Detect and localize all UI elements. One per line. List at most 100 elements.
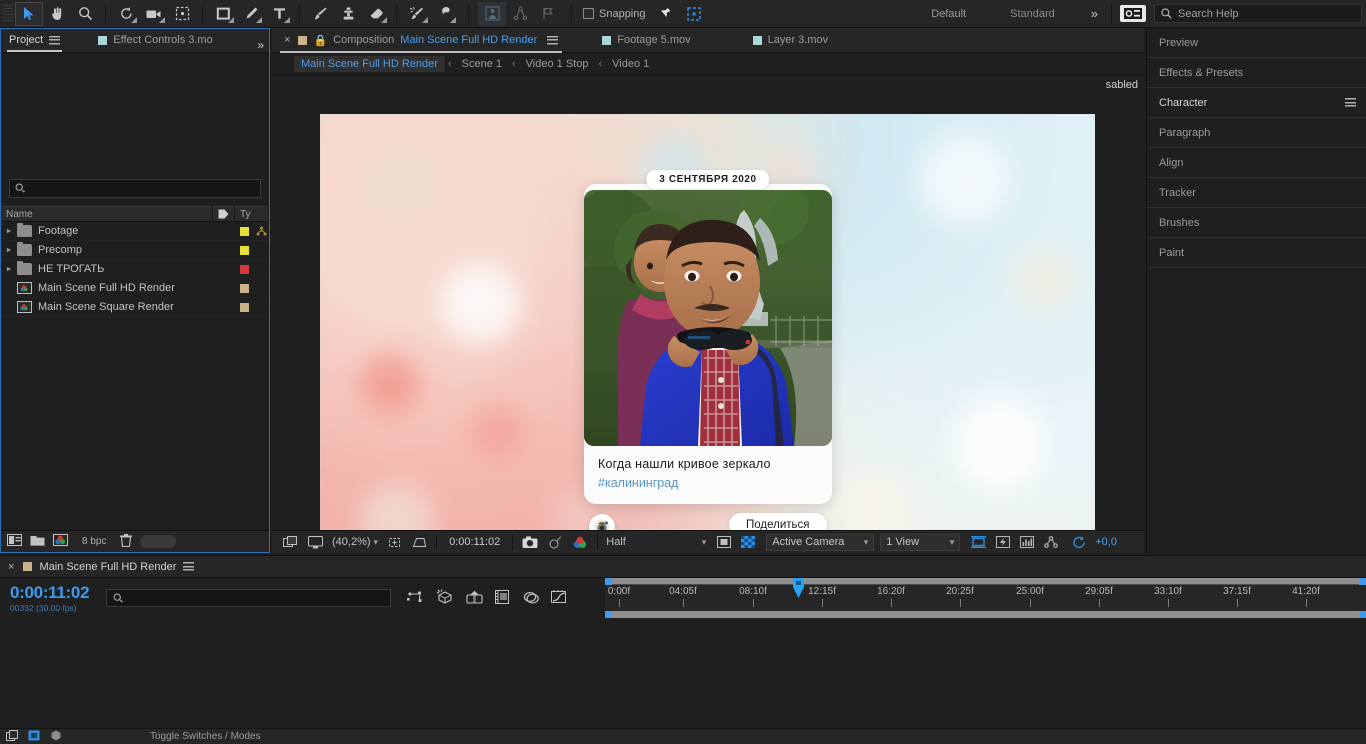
column-type[interactable]: Ty — [235, 206, 269, 222]
snapping-box-icon[interactable] — [680, 2, 708, 26]
motion-graphics-template-icon[interactable] — [466, 590, 483, 607]
region-of-interest-icon[interactable] — [382, 531, 407, 554]
panel-character[interactable]: Character — [1147, 88, 1366, 118]
breadcrumb-item-0[interactable]: Main Scene Full HD Render — [294, 55, 445, 72]
toggle-switches-modes-label[interactable]: Toggle Switches / Modes — [150, 731, 261, 742]
workspace-more-icon[interactable]: » — [1077, 6, 1111, 21]
tab-project[interactable]: Project — [1, 28, 68, 52]
column-label-tag[interactable] — [213, 206, 235, 222]
project-footer-slider[interactable] — [140, 535, 177, 548]
zoom-tool[interactable] — [71, 2, 99, 26]
pen-tool[interactable] — [237, 2, 265, 26]
delete-icon[interactable] — [120, 533, 133, 550]
timeline-ruler[interactable]: 0:00f 04:05f 08:10f 12:15f 16:20f 20:25f… — [605, 578, 1366, 618]
work-area-bar[interactable] — [605, 578, 1366, 585]
snapping-pin-icon[interactable] — [652, 2, 680, 26]
brush-tool[interactable] — [306, 2, 334, 26]
hand-tool[interactable] — [43, 2, 71, 26]
pixel-aspect-correction-icon[interactable] — [966, 531, 991, 554]
timeline-timecode-block[interactable]: 0:00:11:02 00332 (30.00 fps) — [0, 584, 100, 613]
always-preview-icon[interactable] — [278, 531, 303, 554]
new-folder-icon[interactable] — [30, 534, 45, 549]
panel-preview[interactable]: Preview — [1147, 28, 1366, 58]
hide-shy-layers-icon[interactable] — [50, 730, 62, 744]
timeline-tab-label[interactable]: Main Scene Full HD Render — [39, 561, 176, 573]
panel-menu-icon[interactable] — [547, 35, 559, 45]
item-color-chip[interactable] — [240, 264, 249, 274]
column-name[interactable]: Name — [1, 206, 213, 222]
list-item[interactable]: Main Scene Full HD Render — [1, 279, 269, 298]
timeline-graph-icon[interactable] — [1015, 531, 1039, 554]
playhead-marker[interactable] — [793, 578, 804, 598]
project-settings-icon[interactable] — [53, 534, 68, 549]
essential-graphics-icon[interactable] — [495, 589, 511, 607]
project-tabs-overflow-icon[interactable]: » — [251, 38, 269, 52]
tab-composition-main[interactable]: × 🔒 Composition Main Scene Full HD Rende… — [276, 28, 566, 53]
list-item[interactable]: ► Precomp — [1, 241, 269, 260]
list-item[interactable]: ► Footage — [1, 222, 269, 241]
lens-blur-icon[interactable] — [523, 590, 539, 607]
graph-curve-icon[interactable] — [551, 589, 567, 607]
snapping-checkbox[interactable] — [583, 8, 594, 19]
masks-shapes-icon[interactable] — [407, 531, 432, 554]
composition-viewer[interactable]: sabled 3 СЕНТЯБРЯ 2020 Когда нашли криво… — [272, 76, 1144, 553]
selection-tool[interactable] — [15, 1, 43, 26]
timeline-zoom-bar[interactable] — [605, 611, 1366, 618]
tab-footage-5[interactable]: Footage 5.mov — [594, 28, 698, 53]
timeline-search-input[interactable] — [106, 589, 391, 607]
workspace-settings-icon[interactable] — [1120, 5, 1146, 22]
expand-arrow-icon[interactable]: ► — [1, 228, 17, 235]
camera-view-select[interactable]: Active Camera ▾ — [766, 533, 875, 551]
expand-arrow-icon[interactable]: ► — [1, 247, 17, 254]
puppet-pin-tool[interactable] — [431, 2, 459, 26]
list-item[interactable]: ► НЕ ТРОГАТЬ — [1, 260, 269, 279]
snapshot-icon[interactable] — [517, 531, 543, 554]
panel-effects-presets[interactable]: Effects & Presets — [1147, 58, 1366, 88]
region-interest-toggle-icon[interactable] — [712, 531, 736, 554]
breadcrumb-item-2[interactable]: Video 1 Stop — [519, 56, 596, 72]
item-color-chip[interactable] — [240, 302, 249, 312]
panel-paragraph[interactable]: Paragraph — [1147, 118, 1366, 148]
viewer-timecode[interactable]: 0:00:11:02 — [441, 536, 508, 548]
roto-brush-tool[interactable] — [403, 2, 431, 26]
panel-tracker[interactable]: Tracker — [1147, 178, 1366, 208]
camera-tool[interactable] — [140, 2, 168, 26]
card-hashtag[interactable]: #калининград — [598, 476, 818, 490]
expand-arrow-icon[interactable]: ► — [1, 266, 17, 273]
zoom-bar-end-handle[interactable] — [1359, 611, 1366, 618]
work-area-end-handle[interactable] — [1359, 578, 1366, 585]
resolution-select[interactable]: Half ▾ — [602, 536, 712, 548]
bit-depth-label[interactable]: 8 bpc — [76, 536, 112, 547]
type-tool[interactable] — [265, 2, 293, 26]
show-snapshot-icon[interactable] — [543, 531, 567, 554]
exposure-offset-value[interactable]: +0,0 — [1095, 536, 1117, 548]
breadcrumb-item-3[interactable]: Video 1 — [605, 56, 656, 72]
lock-icon[interactable]: 🔒 — [313, 34, 327, 47]
flag-icon[interactable] — [534, 2, 562, 26]
snapping-toggle[interactable]: Snapping — [583, 8, 646, 20]
parenting-icon[interactable] — [506, 2, 534, 26]
panel-menu-icon[interactable] — [183, 562, 195, 571]
item-color-chip[interactable] — [240, 226, 249, 236]
breadcrumb-item-1[interactable]: Scene 1 — [455, 56, 509, 72]
ruler-body[interactable]: 0:00f 04:05f 08:10f 12:15f 16:20f 20:25f… — [605, 578, 1366, 611]
main-viewer-icon[interactable] — [303, 531, 328, 554]
panel-brushes[interactable]: Brushes — [1147, 208, 1366, 238]
composition-stage[interactable]: 3 СЕНТЯБРЯ 2020 Когда нашли кривое зерка… — [320, 114, 1095, 549]
reset-exposure-icon[interactable] — [1067, 531, 1091, 554]
expand-collapse-icon[interactable] — [6, 729, 19, 744]
panel-align[interactable]: Align — [1147, 148, 1366, 178]
view-layout-select[interactable]: 1 View ▾ — [880, 533, 961, 551]
workspace-standard[interactable]: Standard — [988, 8, 1077, 20]
work-area-start-handle[interactable] — [605, 578, 612, 585]
pan-behind-tool[interactable] — [168, 2, 196, 26]
timeline-current-timecode[interactable]: 0:00:11:02 — [10, 584, 100, 601]
composition-flowchart-icon[interactable] — [1039, 531, 1063, 554]
rotation-tool[interactable] — [112, 2, 140, 26]
3d-renderer-icon[interactable] — [436, 589, 454, 607]
tab-layer-3[interactable]: Layer 3.mov — [745, 28, 837, 53]
clone-stamp-tool[interactable] — [334, 2, 362, 26]
shape-tool[interactable] — [209, 2, 237, 26]
new-composition-icon[interactable] — [7, 534, 22, 549]
eraser-tool[interactable] — [362, 2, 390, 26]
